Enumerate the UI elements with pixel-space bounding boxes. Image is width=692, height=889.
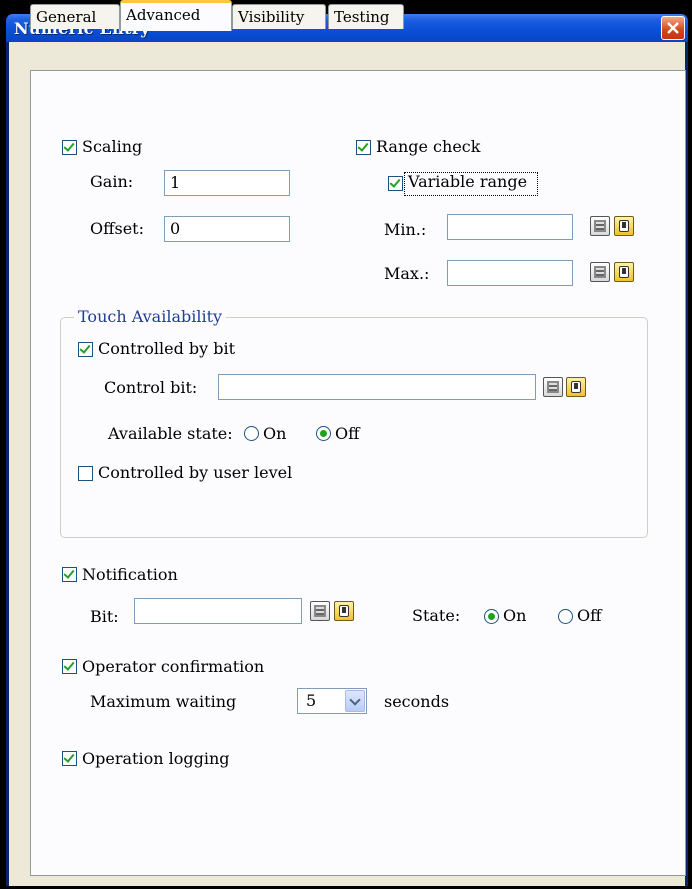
- tab-testing[interactable]: Testing: [328, 4, 404, 29]
- available-state-label: Available state:: [108, 424, 233, 443]
- notification-state-on-radio[interactable]: [484, 609, 499, 624]
- gain-input[interactable]: 1: [164, 170, 290, 196]
- tab-advanced[interactable]: Advanced: [120, 0, 232, 31]
- available-state-off-label: Off: [335, 424, 360, 443]
- bit-label: Bit:: [90, 607, 119, 626]
- variable-range-checkbox[interactable]: [388, 176, 403, 191]
- notification-state-off-label: Off: [577, 606, 602, 625]
- min-input[interactable]: [447, 214, 573, 240]
- calculator-icon[interactable]: [310, 601, 330, 621]
- calculator-icon[interactable]: [590, 216, 610, 236]
- gain-label: Gain:: [90, 172, 134, 191]
- max-label: Max.:: [384, 264, 430, 283]
- offset-input[interactable]: 0: [164, 216, 290, 242]
- controlled-by-user-level-checkbox[interactable]: [78, 466, 93, 481]
- calculator-icon[interactable]: [590, 262, 610, 282]
- notification-bit-input[interactable]: [134, 598, 302, 624]
- control-bit-label: Control bit:: [104, 378, 198, 397]
- scaling-checkbox[interactable]: [62, 140, 77, 155]
- tab-general[interactable]: General: [30, 4, 120, 29]
- operator-confirmation-checkbox[interactable]: [62, 659, 77, 674]
- operation-logging-checkbox[interactable]: [62, 751, 77, 766]
- min-label: Min.:: [384, 220, 427, 239]
- controlled-by-bit-checkbox[interactable]: [78, 342, 93, 357]
- state-label: State:: [412, 606, 461, 625]
- max-input[interactable]: [447, 260, 573, 286]
- notification-state-on-label: On: [503, 606, 527, 625]
- notification-checkbox[interactable]: [62, 567, 77, 582]
- available-state-on-radio[interactable]: [244, 426, 259, 441]
- maximum-waiting-value: 5: [306, 691, 317, 710]
- offset-label: Offset:: [90, 219, 144, 238]
- range-check-checkbox[interactable]: [356, 140, 371, 155]
- tag-library-icon[interactable]: [614, 216, 634, 236]
- controlled-by-bit-label: Controlled by bit: [98, 339, 236, 358]
- seconds-label: seconds: [384, 692, 450, 711]
- available-state-off-radio[interactable]: [316, 426, 331, 441]
- variable-range-label: Variable range: [408, 172, 528, 191]
- maximum-waiting-label: Maximum waiting: [90, 692, 237, 711]
- maximum-waiting-select[interactable]: 5: [297, 688, 367, 714]
- calculator-icon[interactable]: [543, 377, 563, 397]
- tab-visibility[interactable]: Visibility: [232, 4, 326, 29]
- tag-library-icon[interactable]: [566, 377, 586, 397]
- close-button[interactable]: [661, 16, 685, 40]
- tag-library-icon[interactable]: [334, 601, 354, 621]
- operation-logging-label: Operation logging: [82, 749, 230, 768]
- notification-label: Notification: [82, 565, 178, 584]
- controlled-by-user-level-label: Controlled by user level: [98, 463, 293, 482]
- operator-confirmation-label: Operator confirmation: [82, 657, 265, 676]
- control-bit-input[interactable]: [218, 374, 536, 400]
- scaling-label: Scaling: [82, 137, 143, 156]
- notification-state-off-radio[interactable]: [558, 609, 573, 624]
- tag-library-icon[interactable]: [614, 262, 634, 282]
- available-state-on-label: On: [263, 424, 287, 443]
- range-check-label: Range check: [376, 137, 481, 156]
- close-icon: [667, 22, 679, 34]
- chevron-down-icon[interactable]: [345, 690, 365, 712]
- touch-availability-title: Touch Availability: [74, 307, 227, 326]
